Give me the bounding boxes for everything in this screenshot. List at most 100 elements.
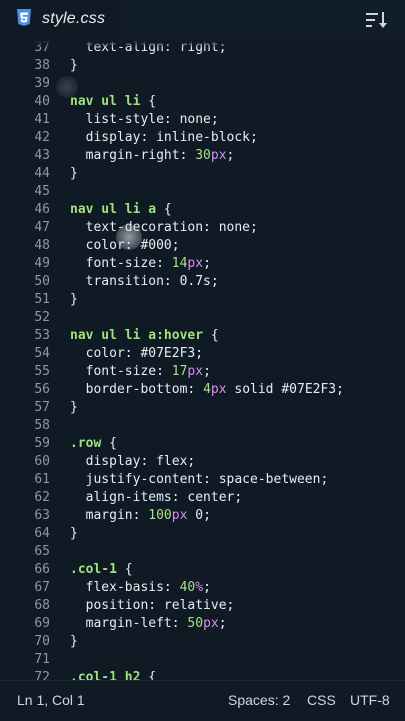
code-text: } bbox=[70, 399, 78, 417]
code-text: } bbox=[70, 57, 78, 75]
code-token-sel: .col-1 bbox=[70, 562, 117, 577]
code-line[interactable]: 58 bbox=[0, 417, 405, 435]
code-token-unit: px bbox=[203, 616, 219, 631]
code-line[interactable]: 65 bbox=[0, 543, 405, 561]
code-token-punc: ; bbox=[203, 580, 211, 595]
line-number: 42 bbox=[34, 130, 50, 145]
code-text: margin-left: 50px; bbox=[70, 615, 227, 633]
code-token-punc: } bbox=[70, 292, 78, 307]
code-text: .col-1 h2 { bbox=[70, 669, 156, 680]
code-text: display: inline-block; bbox=[70, 129, 258, 147]
code-token-prop: flex-basis: bbox=[70, 580, 180, 595]
code-text: margin-right: 30px; bbox=[70, 147, 235, 165]
code-line[interactable]: 72 .col-1 h2 { bbox=[0, 669, 405, 680]
code-line[interactable]: 66 .col-1 { bbox=[0, 561, 405, 579]
code-token-sel: .col-1 h2 bbox=[70, 670, 141, 680]
code-line[interactable]: 64} bbox=[0, 525, 405, 543]
code-line[interactable]: 42 display: inline-block; bbox=[0, 129, 405, 147]
line-number: 43 bbox=[34, 148, 50, 163]
line-number: 66 bbox=[34, 562, 50, 577]
line-number: 71 bbox=[34, 652, 50, 667]
code-token-prop: font-size: bbox=[70, 256, 172, 271]
code-line[interactable]: 44} bbox=[0, 165, 405, 183]
sort-lines-icon[interactable] bbox=[365, 10, 389, 30]
code-token-punc: } bbox=[70, 166, 78, 181]
code-token-sel: nav ul li bbox=[70, 94, 141, 109]
line-number: 41 bbox=[34, 112, 50, 127]
code-token-sel: nav ul li a bbox=[70, 202, 157, 217]
code-line[interactable]: 46 nav ul li a { bbox=[0, 201, 405, 219]
line-number: 51 bbox=[34, 292, 50, 307]
code-line[interactable]: 49 font-size: 14px; bbox=[0, 255, 405, 273]
code-token-prop: 0; bbox=[187, 508, 211, 523]
code-line[interactable]: 43 margin-right: 30px; bbox=[0, 147, 405, 165]
code-line[interactable]: 69 margin-left: 50px; bbox=[0, 615, 405, 633]
code-text: .col-1 { bbox=[70, 561, 133, 579]
language-mode[interactable]: CSS bbox=[307, 692, 336, 708]
code-line[interactable]: 63 margin: 100px 0; bbox=[0, 507, 405, 525]
css3-file-icon bbox=[17, 9, 31, 26]
file-encoding[interactable]: UTF-8 bbox=[350, 692, 390, 708]
line-number: 63 bbox=[34, 508, 50, 523]
code-line[interactable]: 56 border-bottom: 4px solid #07E2F3; bbox=[0, 381, 405, 399]
code-token-prop: solid #07E2F3; bbox=[226, 382, 344, 397]
code-token-num: 40 bbox=[179, 580, 196, 595]
line-number: 59 bbox=[34, 436, 50, 451]
code-token-num: 30 bbox=[195, 148, 211, 163]
code-token-num: 4 bbox=[203, 382, 211, 397]
code-line[interactable]: 71 bbox=[0, 651, 405, 669]
code-text: } bbox=[70, 633, 78, 651]
code-token-punc: } bbox=[70, 58, 78, 73]
code-line[interactable]: 68 position: relative; bbox=[0, 597, 405, 615]
code-line[interactable]: 41 list-style: none; bbox=[0, 111, 405, 129]
code-line[interactable]: 70} bbox=[0, 633, 405, 651]
line-number: 45 bbox=[34, 184, 50, 199]
line-number: 68 bbox=[34, 598, 50, 613]
code-token-prop: justify-content: space-between; bbox=[70, 472, 329, 487]
code-line[interactable]: 61 justify-content: space-between; bbox=[0, 471, 405, 489]
code-text: flex-basis: 40%; bbox=[70, 579, 211, 597]
line-number: 48 bbox=[34, 238, 50, 253]
code-token-prop: list-style: none; bbox=[70, 112, 219, 127]
code-line[interactable]: 51} bbox=[0, 291, 405, 309]
code-line[interactable]: 50 transition: 0.7s; bbox=[0, 273, 405, 291]
code-line[interactable]: 53 nav ul li a:hover { bbox=[0, 327, 405, 345]
code-editor[interactable]: 72 .col-1 h2 {71 70} 69 margin-left: 50px; 6… bbox=[0, 40, 405, 680]
scroll-fade bbox=[0, 40, 405, 48]
code-line[interactable]: 52 bbox=[0, 309, 405, 327]
line-number: 49 bbox=[34, 256, 50, 271]
code-line[interactable]: 60 display: flex; bbox=[0, 453, 405, 471]
code-token-punc: { bbox=[156, 202, 172, 217]
code-line[interactable]: 55 font-size: 17px; bbox=[0, 363, 405, 381]
code-line[interactable]: 38} bbox=[0, 57, 405, 75]
code-token-punc: { bbox=[203, 328, 219, 343]
line-number: 46 bbox=[34, 202, 50, 217]
code-token-punc: } bbox=[70, 400, 78, 415]
code-line[interactable]: 54 color: #07E2F3; bbox=[0, 345, 405, 363]
line-number: 70 bbox=[34, 634, 50, 649]
code-line[interactable]: 45 bbox=[0, 183, 405, 201]
editor-tab-bar: style.css bbox=[0, 0, 405, 40]
code-line[interactable]: 67 flex-basis: 40%; bbox=[0, 579, 405, 597]
line-number: 56 bbox=[34, 382, 50, 397]
code-token-punc: { bbox=[140, 94, 157, 109]
code-token-prop: display: flex; bbox=[70, 454, 196, 469]
status-bar: Ln 1, Col 1 Spaces: 2 CSS UTF-8 bbox=[0, 680, 405, 721]
touch-indicator bbox=[116, 224, 142, 250]
code-line[interactable]: 47 text-decoration: none; bbox=[0, 219, 405, 237]
code-line[interactable]: 48 color: #000; bbox=[0, 237, 405, 255]
line-number: 54 bbox=[34, 346, 50, 361]
code-line[interactable]: 62 align-items: center; bbox=[0, 489, 405, 507]
code-line[interactable]: 57} bbox=[0, 399, 405, 417]
code-token-prop: display: inline-block; bbox=[70, 130, 258, 145]
indentation-setting[interactable]: Spaces: 2 bbox=[228, 692, 290, 708]
code-token-prop: border-bottom: bbox=[70, 382, 204, 397]
code-text: color: #07E2F3; bbox=[70, 345, 203, 363]
cursor-position[interactable]: Ln 1, Col 1 bbox=[17, 692, 85, 708]
line-number: 57 bbox=[34, 400, 50, 415]
code-line[interactable]: 59 .row { bbox=[0, 435, 405, 453]
code-token-punc: ; bbox=[226, 148, 235, 163]
code-token-punc: } bbox=[70, 526, 78, 541]
line-number: 61 bbox=[34, 472, 50, 487]
tab-style-css[interactable]: style.css bbox=[0, 0, 120, 40]
